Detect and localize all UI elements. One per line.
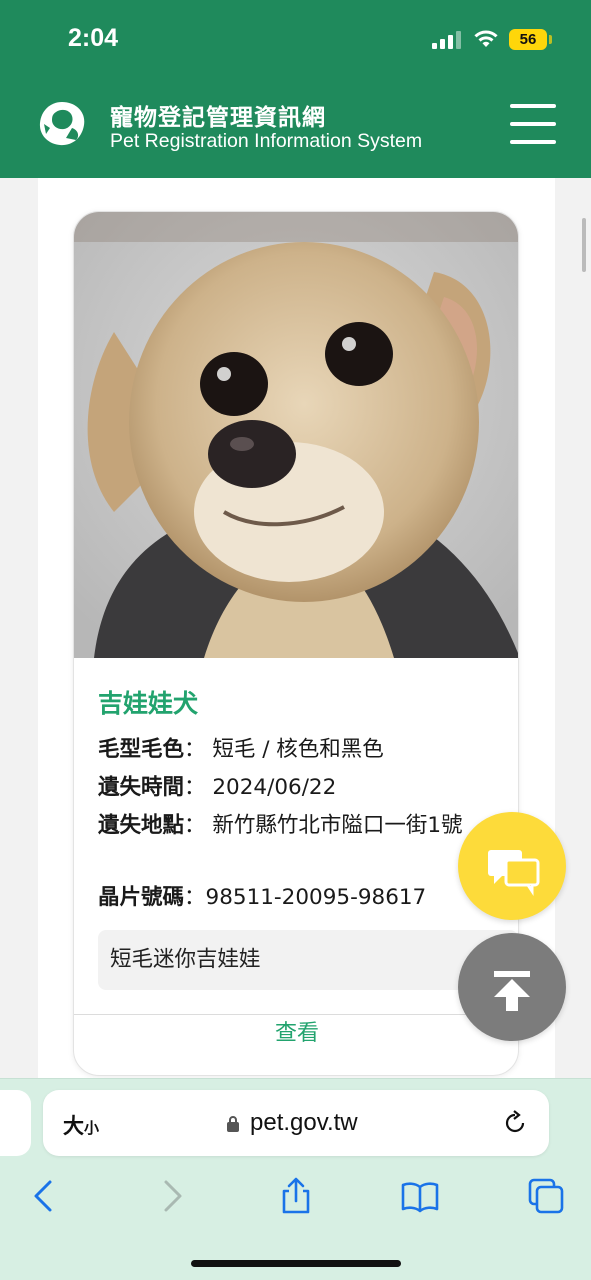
wifi-icon [474,30,498,47]
field-value: 2024/06/22 [212,775,337,800]
field-fur-color: 毛型毛色： 短毛 / 核色和黑色 [98,732,488,768]
field-label: 毛型毛色 [98,737,185,762]
field-lost-location: 遺失地點： 新竹縣竹北市隘口一街1號 [98,808,488,844]
back-icon[interactable] [24,1176,64,1216]
pet-breed-title: 吉娃娃犬 [98,689,199,718]
forward-icon[interactable] [152,1176,192,1216]
field-label: 遺失地點 [98,813,185,838]
field-separator: ： [184,885,206,910]
back-to-top-button[interactable] [458,933,566,1041]
battery-indicator: 56 [509,29,547,50]
field-separator: ： [184,775,206,800]
bookmarks-icon[interactable] [400,1176,440,1216]
tabs-icon[interactable] [526,1176,566,1216]
share-icon[interactable] [276,1176,316,1216]
field-separator: ： [184,813,206,838]
view-button[interactable]: 查看 [74,1015,518,1075]
pet-photo [74,212,518,658]
text-size-large: 大 [63,1114,84,1138]
field-separator: ： [184,737,206,762]
home-indicator [191,1260,401,1267]
battery-tip [549,35,552,44]
address-bar[interactable]: 大小 pet.gov.tw [43,1090,549,1156]
field-value: 短毛 / 核色和黑色 [212,737,384,762]
hamburger-menu-icon[interactable] [510,104,556,144]
site-logo-icon[interactable] [36,98,88,150]
chat-button[interactable] [458,812,566,920]
field-label: 晶片號碼 [98,885,185,910]
text-size-small: 小 [84,1119,100,1137]
arrow-up-to-top-icon [494,971,530,1011]
url-text[interactable]: pet.gov.tw [250,1109,358,1137]
text-size-button[interactable]: 大小 [63,1110,99,1140]
field-lost-time: 遺失時間： 2024/06/22 [98,770,488,806]
previous-tab-peek[interactable] [0,1090,31,1156]
status-time: 2:04 [68,24,119,52]
page-scrollbar[interactable] [582,218,586,272]
pet-description: 短毛迷你吉娃娃 [98,930,518,990]
reload-icon[interactable] [502,1110,528,1136]
cellular-signal-icon [432,31,462,49]
field-value: 新竹縣竹北市隘口一街1號 [212,813,463,838]
field-value: 98511-20095-98617 [205,885,427,910]
chat-bubbles-icon [488,850,540,896]
lost-pet-card[interactable]: 吉娃娃犬 毛型毛色： 短毛 / 核色和黑色 遺失時間： 2024/06/22 遺… [73,211,519,1076]
site-title-chinese: 寵物登記管理資訊網 [110,105,326,131]
field-label: 遺失時間 [98,775,185,800]
site-title-english: Pet Registration Information System [110,130,423,152]
field-chip-number: 晶片號碼：98511-20095-98617 [98,880,488,916]
site-header: 2:04 56 寵物登記管理資訊網 Pet Registration Infor… [0,0,591,178]
lock-icon [227,1116,239,1132]
